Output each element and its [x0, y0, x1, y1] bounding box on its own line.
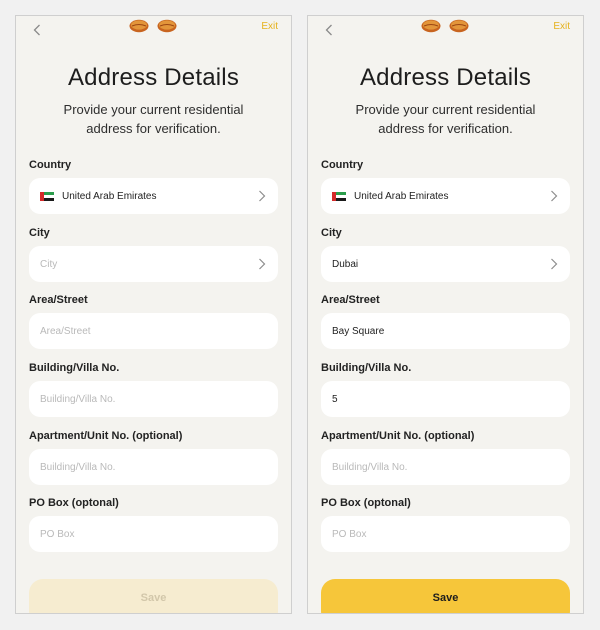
- apartment-field: [29, 449, 278, 485]
- page-title: Address Details: [359, 64, 532, 91]
- area-input[interactable]: [332, 325, 559, 337]
- page-subtitle: Provide your current residential address…: [355, 102, 536, 136]
- address-screen-empty: Exit Address Details Provide your curren…: [15, 15, 292, 614]
- area-input[interactable]: [40, 325, 267, 337]
- apartment-label: Apartment/Unit No. (optional): [321, 430, 475, 442]
- chevron-right-icon: [551, 190, 558, 202]
- apartment-input[interactable]: [332, 461, 559, 473]
- pobox-label: PO Box (optonal): [29, 497, 119, 509]
- city-select[interactable]: Dubai: [321, 246, 570, 282]
- building-label: Building/Villa No.: [321, 362, 412, 374]
- pobox-input[interactable]: [332, 528, 559, 540]
- save-button[interactable]: Save: [29, 579, 278, 613]
- city-select[interactable]: City: [29, 246, 278, 282]
- building-input[interactable]: [40, 393, 267, 405]
- country-select[interactable]: United Arab Emirates: [29, 178, 278, 214]
- bean-icon: [157, 19, 177, 33]
- bean-icon: [421, 19, 441, 33]
- top-bar: Exit: [308, 16, 583, 46]
- bean-icon: [449, 19, 469, 33]
- area-label: Area/Street: [321, 294, 380, 306]
- building-field: [321, 381, 570, 417]
- city-label: City: [321, 227, 342, 239]
- chevron-right-icon: [259, 190, 266, 202]
- city-label: City: [29, 227, 50, 239]
- pobox-label: PO Box (optonal): [321, 497, 411, 509]
- progress-indicator: [129, 19, 177, 33]
- pobox-input[interactable]: [40, 528, 267, 540]
- progress-indicator: [421, 19, 469, 33]
- country-value: United Arab Emirates: [354, 190, 449, 202]
- page-subtitle: Provide your current residential address…: [63, 102, 244, 136]
- chevron-left-icon[interactable]: [30, 22, 44, 38]
- chevron-right-icon: [259, 258, 266, 270]
- country-select[interactable]: United Arab Emirates: [321, 178, 570, 214]
- building-input[interactable]: [332, 393, 559, 405]
- apartment-input[interactable]: [40, 461, 267, 473]
- country-label: Country: [29, 159, 72, 171]
- country-label: Country: [321, 159, 364, 171]
- bean-icon: [129, 19, 149, 33]
- top-bar: Exit: [16, 16, 291, 46]
- area-field: [321, 313, 570, 349]
- area-field: [29, 313, 278, 349]
- chevron-right-icon: [551, 258, 558, 270]
- building-field: [29, 381, 278, 417]
- area-label: Area/Street: [29, 294, 88, 306]
- address-screen-filled: Exit Address Details Provide your curren…: [307, 15, 584, 614]
- pobox-field: [321, 516, 570, 552]
- apartment-field: [321, 449, 570, 485]
- country-value: United Arab Emirates: [62, 190, 157, 202]
- building-label: Building/Villa No.: [29, 362, 120, 374]
- uae-flag-icon: [40, 191, 54, 201]
- apartment-label: Apartment/Unit No. (optional): [29, 430, 183, 442]
- pobox-field: [29, 516, 278, 552]
- chevron-left-icon[interactable]: [322, 22, 336, 38]
- page-title: Address Details: [67, 64, 240, 91]
- city-value: Dubai: [332, 258, 359, 270]
- city-placeholder: City: [40, 258, 58, 270]
- exit-link[interactable]: Exit: [261, 21, 278, 32]
- exit-link[interactable]: Exit: [553, 21, 570, 32]
- save-button[interactable]: Save: [321, 579, 570, 613]
- uae-flag-icon: [332, 191, 346, 201]
